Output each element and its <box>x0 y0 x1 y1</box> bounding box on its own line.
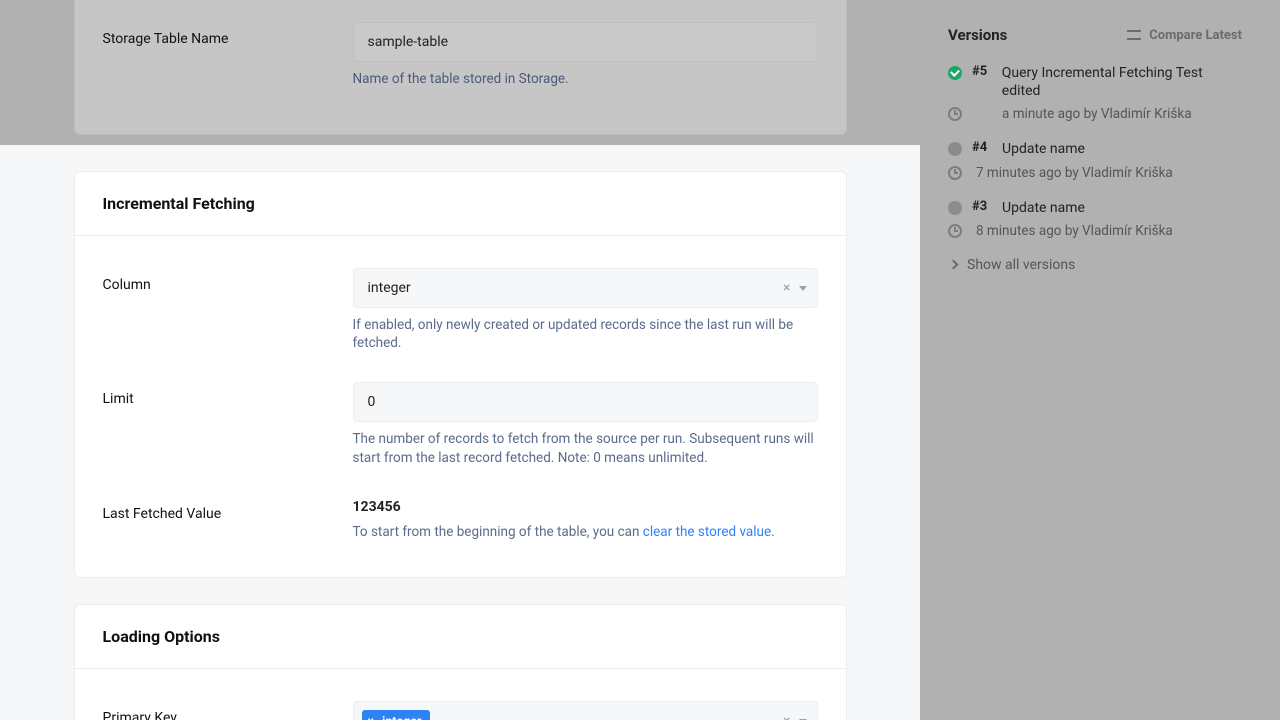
version-item[interactable]: #5 Query Incremental Fetching Test edite… <box>948 64 1242 122</box>
version-title: Update name <box>1002 140 1085 158</box>
storage-table-name-help: Name of the table stored in Storage. <box>353 70 818 88</box>
limit-label: Limit <box>103 382 353 407</box>
loading-options-card: Loading Options Primary Key × integer <box>74 604 847 720</box>
clock-icon <box>948 107 962 121</box>
clear-stored-value-link[interactable]: clear the stored value <box>643 524 771 540</box>
loading-options-title: Loading Options <box>75 605 846 669</box>
storage-table-name-label: Storage Table Name <box>103 22 353 47</box>
version-meta: 7 minutes ago by Vladimír Kriška <box>976 165 1173 181</box>
version-title: Query Incremental Fetching Test edited <box>1002 64 1242 100</box>
compare-icon <box>1127 29 1141 41</box>
last-fetched-help: To start from the beginning of the table… <box>353 523 818 541</box>
version-number: #3 <box>972 199 992 214</box>
incremental-fetching-card: Incremental Fetching Column integer × <box>74 171 847 578</box>
storage-table-name-input[interactable]: sample-table <box>353 22 818 62</box>
version-meta: 8 minutes ago by Vladimír Kriška <box>976 223 1173 239</box>
last-fetched-value: 123456 <box>353 499 818 515</box>
clear-icon[interactable]: × <box>783 714 790 720</box>
status-dot-icon <box>948 201 962 215</box>
version-meta: a minute ago by Vladimír Kriška <box>1002 106 1192 122</box>
version-number: #5 <box>972 64 992 79</box>
versions-title: Versions <box>948 26 1007 44</box>
incremental-fetching-title: Incremental Fetching <box>75 172 846 236</box>
column-help: If enabled, only newly created or update… <box>353 316 818 352</box>
close-icon[interactable]: × <box>368 714 375 720</box>
version-title: Update name <box>1002 199 1085 217</box>
last-fetched-label: Last Fetched Value <box>103 497 353 522</box>
version-item[interactable]: #4 Update name 7 minutes ago by Vladimír… <box>948 140 1242 180</box>
limit-help: The number of records to fetch from the … <box>353 430 818 466</box>
chevron-right-icon <box>949 260 959 270</box>
version-item[interactable]: #3 Update name 8 minutes ago by Vladimír… <box>948 199 1242 239</box>
versions-sidebar: Versions Compare Latest #5 Query Increme… <box>920 0 1280 720</box>
primary-key-label: Primary Key <box>103 701 353 720</box>
primary-key-select[interactable]: × integer × <box>353 701 818 720</box>
column-select[interactable]: integer × <box>353 268 818 308</box>
compare-latest-button[interactable]: Compare Latest <box>1127 28 1242 43</box>
clear-icon[interactable]: × <box>783 281 790 295</box>
primary-key-chip[interactable]: × integer <box>362 710 430 720</box>
clock-icon <box>948 224 962 238</box>
column-label: Column <box>103 268 353 293</box>
show-all-versions-button[interactable]: Show all versions <box>948 257 1242 273</box>
chevron-down-icon[interactable] <box>799 286 807 291</box>
clock-icon <box>948 166 962 180</box>
limit-input[interactable]: 0 <box>353 382 818 422</box>
version-number: #4 <box>972 140 992 155</box>
status-dot-icon <box>948 142 962 156</box>
status-ok-icon <box>948 66 962 80</box>
